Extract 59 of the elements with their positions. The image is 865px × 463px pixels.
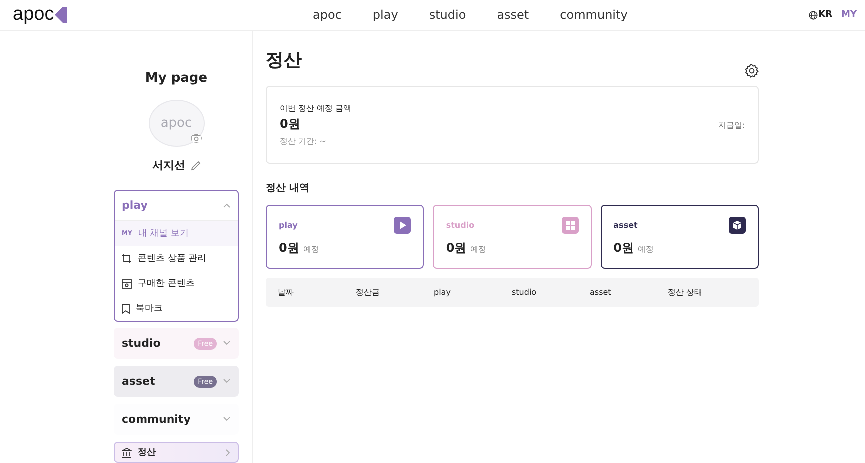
- item-label: 북마크: [136, 303, 163, 316]
- card-label: play: [279, 221, 298, 230]
- section-title: 정산 내역: [266, 182, 310, 195]
- chevron-icon[interactable]: [223, 417, 231, 422]
- language-button[interactable]: KR: [808, 10, 833, 20]
- summary-amount: 0원: [280, 116, 302, 133]
- cube-icon: [728, 217, 746, 234]
- settlement-menu-item[interactable]: 정산: [114, 442, 239, 463]
- summary-label: 이번 정산 예정 금액: [280, 103, 352, 114]
- chevron-icon[interactable]: [223, 203, 231, 208]
- item-label: 내 채널 보기: [138, 228, 190, 240]
- column-header: 정산 상태: [668, 287, 704, 298]
- summary-period: 정산 기간: ~: [280, 136, 328, 147]
- menu-item[interactable]: 구매한 콘텐츠: [115, 271, 238, 296]
- card-note: 예정: [470, 244, 487, 255]
- calendar-icon: [122, 278, 132, 289]
- column-header: asset: [590, 288, 612, 297]
- nav-link[interactable]: studio: [429, 8, 466, 22]
- menu-item[interactable]: 콘텐츠 상품 관리: [115, 246, 238, 272]
- pay-date: 지급일:: [718, 120, 745, 130]
- logo-text: apoc: [13, 4, 54, 26]
- card-note: 예정: [303, 244, 320, 255]
- nav-link[interactable]: apoc: [313, 8, 342, 22]
- avatar-logo: apoc: [160, 116, 192, 132]
- card-note: 예정: [638, 244, 654, 255]
- play-icon: [394, 217, 412, 234]
- nav-link[interactable]: community: [560, 8, 628, 22]
- gem-icon: [55, 7, 68, 23]
- logo[interactable]: apoc: [13, 4, 273, 26]
- chevron-icon[interactable]: [223, 379, 231, 384]
- column-header: play: [434, 288, 452, 297]
- camera-icon[interactable]: [190, 134, 202, 144]
- bookmark-icon: [122, 304, 130, 314]
- crop-icon: [122, 254, 132, 264]
- column-header: 날짜: [278, 287, 295, 298]
- grid-icon: [562, 217, 579, 234]
- chevron-icon: [226, 448, 231, 457]
- column-header: 정산금: [356, 287, 381, 298]
- pencil-icon[interactable]: [190, 160, 200, 171]
- nav-link[interactable]: asset: [497, 8, 530, 22]
- card-amount: 0원: [614, 240, 634, 257]
- chevron-icon[interactable]: [223, 341, 231, 346]
- bank-icon: [122, 448, 132, 458]
- nav-link[interactable]: play: [372, 8, 398, 22]
- page-title: My page: [144, 71, 209, 86]
- globe-icon: [808, 10, 818, 20]
- user-name: 서지선: [152, 158, 186, 174]
- item-label: 콘텐츠 상품 관리: [138, 253, 207, 266]
- settings-icon[interactable]: [745, 64, 759, 78]
- my-link[interactable]: MY: [842, 10, 857, 20]
- group-header[interactable]: community: [115, 405, 238, 434]
- menu-item[interactable]: 북마크: [115, 296, 238, 322]
- card-amount: 0원: [279, 240, 300, 257]
- card-amount: 0원: [446, 240, 467, 257]
- card-label: studio: [446, 221, 475, 230]
- card-label: asset: [614, 221, 638, 230]
- item-label: 구매한 콘텐츠: [138, 278, 195, 290]
- page-heading: 정산: [266, 49, 302, 72]
- column-header: studio: [512, 288, 538, 297]
